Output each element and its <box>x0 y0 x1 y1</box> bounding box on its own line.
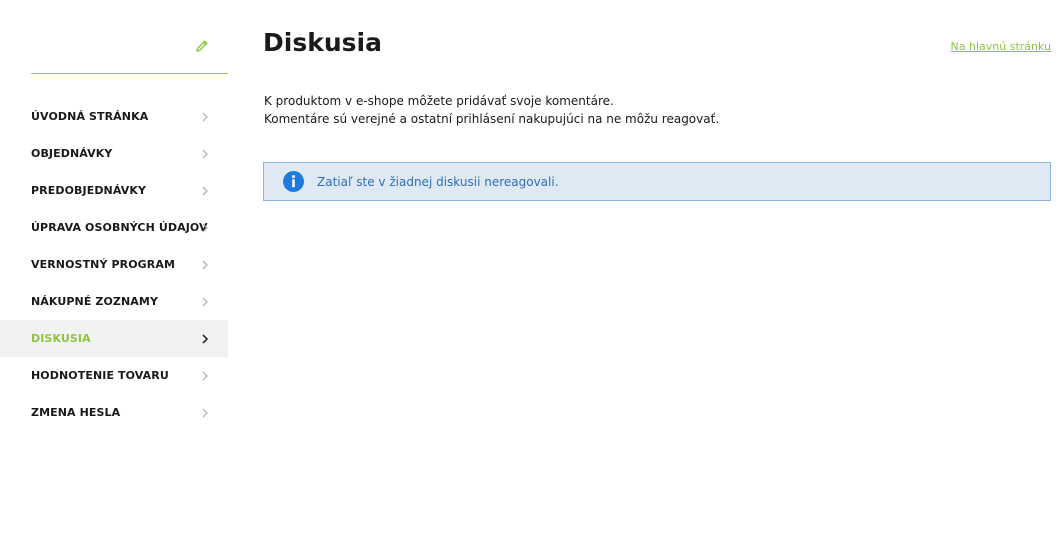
chevron-right-icon <box>202 260 208 269</box>
sidebar-item-label: HODNOTENIE TOVARU <box>31 369 169 382</box>
home-link[interactable]: Na hlavnú stránku <box>951 40 1051 53</box>
pencil-icon[interactable] <box>195 39 209 53</box>
chevron-right-icon <box>202 297 208 306</box>
sidebar-item-predobjednavky[interactable]: PREDOBJEDNÁVKY <box>0 172 228 209</box>
chevron-right-icon <box>202 149 208 158</box>
sidebar-item-vernostny-program[interactable]: VERNOSTNÝ PROGRAM <box>0 246 228 283</box>
chevron-right-icon <box>202 371 208 380</box>
sidebar-item-label: ÚVODNÁ STRÁNKA <box>31 110 149 123</box>
sidebar: ÚVODNÁ STRÁNKA OBJEDNÁVKY PREDOBJEDNÁVKY… <box>0 0 228 419</box>
info-alert: Zatiaľ ste v žiadnej diskusii nereagoval… <box>263 162 1051 201</box>
chevron-right-icon <box>202 408 208 417</box>
sidebar-item-uprava-osobnych-udajov[interactable]: ÚPRAVA OSOBNÝCH ÚDAJOV <box>0 209 228 246</box>
sidebar-item-label: ÚPRAVA OSOBNÝCH ÚDAJOV <box>31 221 208 234</box>
sidebar-item-nakupne-zoznamy[interactable]: NÁKUPNÉ ZOZNAMY <box>0 283 228 320</box>
chevron-right-icon <box>202 223 208 232</box>
sidebar-item-label: DISKUSIA <box>31 332 91 345</box>
sidebar-item-hodnotenie-tovaru[interactable]: HODNOTENIE TOVARU <box>0 357 228 394</box>
chevron-right-icon <box>202 333 209 344</box>
sidebar-item-zmena-hesla[interactable]: ZMENA HESLA <box>0 394 228 431</box>
sidebar-item-label: OBJEDNÁVKY <box>31 147 113 160</box>
page: ÚVODNÁ STRÁNKA OBJEDNÁVKY PREDOBJEDNÁVKY… <box>0 0 1064 546</box>
sidebar-item-label: PREDOBJEDNÁVKY <box>31 184 147 197</box>
chevron-right-icon <box>202 186 208 195</box>
info-message: Zatiaľ ste v žiadnej diskusii nereagoval… <box>317 174 559 189</box>
sidebar-nav: ÚVODNÁ STRÁNKA OBJEDNÁVKY PREDOBJEDNÁVKY… <box>0 98 228 431</box>
sidebar-header <box>31 0 228 74</box>
intro-line: K produktom v e-shope môžete pridávať sv… <box>264 94 614 108</box>
sidebar-item-objednavky[interactable]: OBJEDNÁVKY <box>0 135 228 172</box>
sidebar-item-diskusia[interactable]: DISKUSIA <box>0 320 228 357</box>
sidebar-item-label: VERNOSTNÝ PROGRAM <box>31 258 176 271</box>
sidebar-item-uvodna-stranka[interactable]: ÚVODNÁ STRÁNKA <box>0 98 228 135</box>
info-icon <box>283 171 304 192</box>
intro-text: K produktom v e-shope môžete pridávať sv… <box>264 92 719 128</box>
intro-line: Komentáre sú verejné a ostatní prihlásen… <box>264 112 720 126</box>
sidebar-item-label: NÁKUPNÉ ZOZNAMY <box>31 295 159 308</box>
sidebar-item-label: ZMENA HESLA <box>31 406 121 419</box>
page-title: Diskusia <box>263 28 382 57</box>
chevron-right-icon <box>202 112 208 121</box>
